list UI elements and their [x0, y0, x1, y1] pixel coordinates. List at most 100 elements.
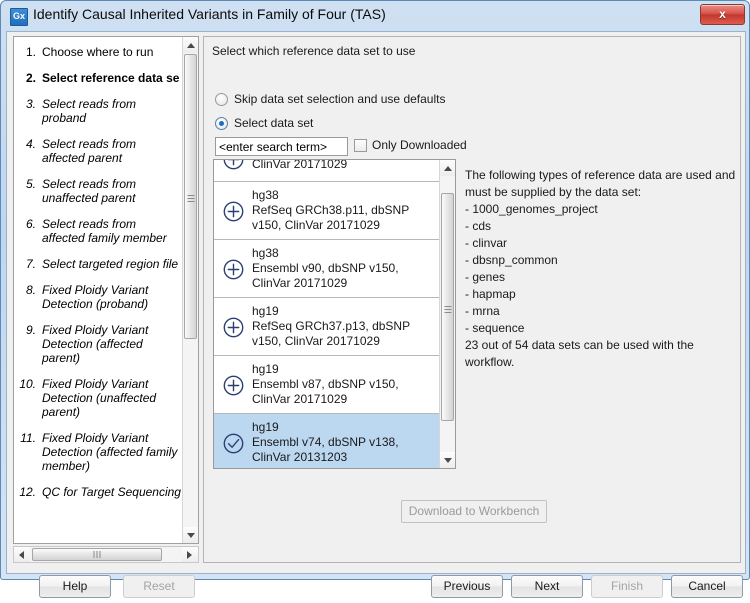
wizard-step-7[interactable]: 7. Select targeted region file [16, 257, 186, 271]
wizard-step-label: Fixed Ploidy Variant Detection (affected… [42, 323, 149, 365]
dataset-count-summary: 23 out of 54 data sets can be used with … [465, 338, 694, 369]
wizard-step-10[interactable]: 10. Fixed Ploidy Variant Detection (unaff… [16, 377, 186, 419]
wizard-step-number: 6. [25, 217, 36, 231]
wizard-step-8[interactable]: 8. Fixed Ploidy Variant Detection (proban… [16, 283, 186, 311]
close-button[interactable]: x [700, 4, 745, 25]
reset-button[interactable]: Reset [123, 575, 195, 598]
grip-icon [444, 304, 451, 315]
wizard-step-number: 1. [25, 45, 36, 59]
required-data-type: - dbsnp_common [465, 253, 558, 267]
required-data-type: - clinvar [465, 236, 508, 250]
dataset-scroll-thumb[interactable] [441, 193, 454, 421]
next-button[interactable]: Next [511, 575, 583, 598]
required-data-type: - genes [465, 270, 506, 284]
previous-button[interactable]: Previous [431, 575, 503, 598]
check-circle-icon[interactable] [223, 433, 244, 454]
only-downloaded-label: Only Downloaded [372, 138, 467, 152]
plus-circle-icon[interactable] [223, 160, 244, 170]
dialog-window: Gx Identify Causal Inherited Variants in… [0, 0, 750, 598]
dataset-item[interactable]: hg38 Ensembl v90, dbSNP v150, ClinVar 201… [214, 240, 440, 298]
wizard-step-5[interactable]: 5. Select reads from unaffected parent [16, 177, 186, 205]
required-data-type: - 1000_genomes_project [465, 202, 598, 216]
dataset-description: Ensembl v90, dbSNP v150, ClinVar 2017102… [252, 261, 399, 290]
plus-circle-icon[interactable] [223, 317, 244, 338]
wizard-step-1[interactable]: 1. Choose where to run [16, 45, 186, 59]
wizard-step-label: Choose where to run [42, 45, 154, 59]
help-button[interactable]: Help [39, 575, 111, 598]
plus-circle-icon[interactable] [223, 259, 244, 280]
required-data-type: - mrna [465, 304, 500, 318]
close-icon: x [719, 7, 726, 21]
chevron-right-icon [187, 551, 192, 559]
wizard-step-3[interactable]: 3. Select reads from proband [16, 97, 186, 125]
steps-hscroll-thumb[interactable] [32, 548, 162, 561]
steps-scroll-right-button[interactable] [182, 547, 198, 562]
content-heading: Select which reference data set to use [212, 44, 416, 58]
dataset-item[interactable]: hg19 Ensembl v87, dbSNP v150, ClinVar 201… [214, 356, 440, 414]
wizard-step-number: 4. [25, 137, 36, 151]
wizard-step-label: Fixed Ploidy Variant Detection (unaffect… [42, 377, 157, 419]
dataset-item[interactable]: hg38 RefSeq GRCh38.p11, dbSNP v150, ClinV… [214, 182, 440, 240]
steps-scroll-left-button[interactable] [14, 547, 30, 562]
dataset-items-container: Ensembl v91, dbSNP v150, ClinVar 2017102… [214, 159, 440, 468]
steps-scroll-thumb[interactable] [184, 54, 197, 339]
wizard-step-label: Select targeted region file [42, 257, 179, 271]
wizard-step-4[interactable]: 4. Select reads from affected parent [16, 137, 186, 165]
dataset-description: RefSeq GRCh38.p11, dbSNP v150, ClinVar 2… [252, 203, 409, 232]
wizard-step-11[interactable]: 11. Fixed Ploidy Variant Detection (affec… [16, 431, 186, 473]
window-title: Identify Causal Inherited Variants in Fa… [33, 6, 386, 22]
chevron-up-icon [444, 166, 452, 171]
dataset-description: Ensembl v74, dbSNP v138, ClinVar 2013120… [252, 435, 399, 464]
chevron-down-icon [187, 533, 195, 538]
steps-horizontal-scrollbar[interactable] [13, 546, 199, 563]
dataset-description: RefSeq GRCh37.p13, dbSNP v150, ClinVar 2… [252, 319, 410, 348]
wizard-step-number: 2. [25, 71, 36, 85]
dataset-scroll-up-button[interactable] [440, 160, 455, 176]
wizard-step-label: Select reads from affected family member [42, 217, 167, 245]
wizard-step-number: 5. [25, 177, 36, 191]
required-data-types-list: - 1000_genomes_project - cds - clinvar - db… [465, 201, 737, 337]
wizard-step-number: 12. [19, 485, 36, 499]
dataset-description: Ensembl v91, dbSNP v150, ClinVar 2017102… [252, 159, 348, 171]
wizard-step-2[interactable]: 2. Select reference data se [16, 71, 186, 85]
dataset-genome-title: hg19 [252, 304, 279, 318]
radio-icon-select[interactable] [215, 116, 228, 130]
cancel-button[interactable]: Cancel [671, 575, 743, 598]
chevron-down-icon [444, 458, 452, 463]
search-input[interactable] [215, 137, 348, 156]
only-downloaded-row[interactable]: Only Downloaded [354, 138, 467, 152]
dataset-scroll-down-button[interactable] [440, 452, 455, 468]
steps-scroll-down-button[interactable] [183, 527, 198, 543]
required-data-type: - sequence [465, 321, 525, 335]
dataset-vertical-scrollbar[interactable] [439, 160, 455, 468]
wizard-step-label: Select reads from proband [42, 97, 137, 125]
finish-button[interactable]: Finish [591, 575, 663, 598]
plus-circle-icon[interactable] [223, 375, 244, 396]
wizard-step-label: Fixed Ploidy Variant Detection (affected… [42, 431, 178, 473]
radio-icon-skip[interactable] [215, 92, 228, 106]
wizard-step-12[interactable]: 12. QC for Target Sequencing [16, 485, 186, 499]
app-icon: Gx [10, 8, 28, 26]
steps-scroll-up-button[interactable] [183, 37, 198, 53]
radio-select-label: Select data set [234, 116, 314, 130]
dataset-genome-title: hg19 [252, 420, 279, 434]
download-to-workbench-button[interactable]: Download to Workbench [401, 500, 547, 523]
plus-circle-icon[interactable] [223, 201, 244, 222]
dataset-item[interactable]: hg19 Ensembl v74, dbSNP v138, ClinVar 201… [214, 414, 440, 468]
wizard-step-label: Select reads from affected parent [42, 137, 137, 165]
steps-vertical-scrollbar[interactable] [182, 37, 198, 543]
wizard-steps-list: 1. Choose where to run 2. Select reference … [14, 37, 186, 511]
checkbox-only-downloaded[interactable] [354, 138, 367, 152]
dataset-item[interactable]: Ensembl v91, dbSNP v150, ClinVar 2017102… [214, 159, 440, 182]
radio-select-dataset[interactable]: Select data set [215, 116, 313, 130]
wizard-step-6[interactable]: 6. Select reads from affected family memb… [16, 217, 186, 245]
wizard-step-label: Fixed Ploidy Variant Detection (proband) [42, 283, 149, 311]
wizard-step-9[interactable]: 9. Fixed Ploidy Variant Detection (affect… [16, 323, 186, 365]
dialog-footer: Help Reset Previous Next Finish Cancel [13, 569, 743, 603]
info-intro: The following types of reference data ar… [465, 168, 736, 199]
dataset-item[interactable]: hg19 RefSeq GRCh37.p13, dbSNP v150, ClinV… [214, 298, 440, 356]
wizard-step-number: 3. [25, 97, 36, 111]
wizard-step-number: 11. [20, 431, 36, 445]
dataset-list[interactable]: Ensembl v91, dbSNP v150, ClinVar 2017102… [213, 159, 456, 469]
radio-skip-defaults[interactable]: Skip data set selection and use defaults [215, 92, 445, 106]
